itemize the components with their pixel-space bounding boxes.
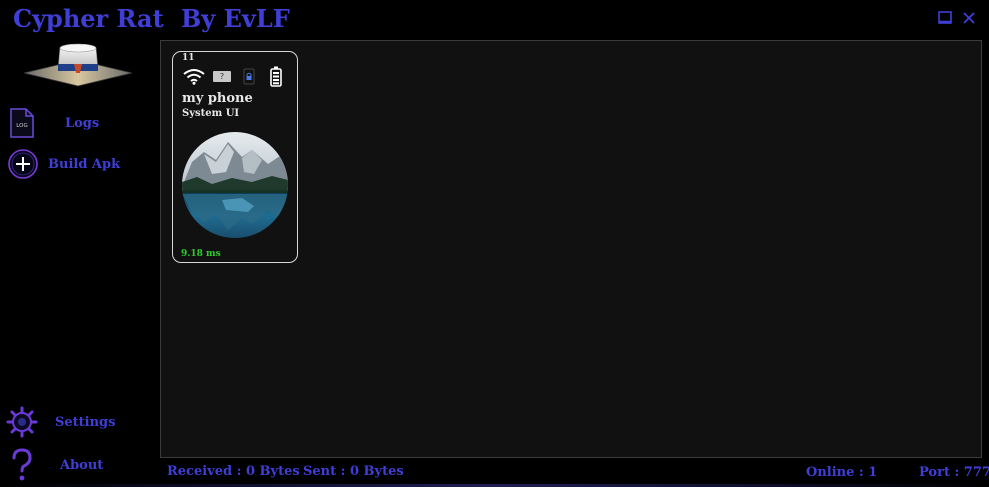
sidebar-item-build-apk[interactable]: Build Apk (7, 148, 120, 180)
active-window: System UI (182, 108, 240, 119)
question-mark-icon (12, 448, 32, 481)
app-author: By EvLF (181, 4, 290, 33)
hat-logo-icon (23, 43, 133, 87)
lock-icon (243, 68, 255, 85)
sidebar-item-settings-label: Settings (55, 414, 116, 430)
wifi-icon (183, 69, 205, 85)
close-button[interactable] (961, 10, 977, 26)
minimize-button[interactable] (937, 10, 953, 26)
battery-icon (270, 66, 282, 87)
sim-unknown-mark: ? (219, 71, 225, 81)
client-id: 11 (182, 53, 195, 63)
close-icon (963, 12, 975, 24)
log-file-icon: LOG (10, 108, 34, 138)
gear-icon (6, 406, 38, 438)
minimize-icon (938, 11, 952, 24)
sidebar-item-logs[interactable]: LOG Logs (8, 107, 99, 139)
device-name: my phone (182, 91, 253, 106)
clients-panel: 11 ? my phone System UI 9.18 ms (160, 40, 982, 458)
sidebar-item-logs-label: Logs (65, 115, 100, 131)
sent-bytes: Sent : 0 Bytes (303, 464, 404, 479)
app-title: Cypher Rat (13, 4, 164, 33)
received-bytes: Received : 0 Bytes (167, 464, 300, 479)
sidebar-item-about[interactable]: About (9, 448, 103, 482)
online-count: Online : 1 (806, 465, 878, 480)
log-icon-text: LOG (16, 123, 27, 129)
client-card[interactable]: 11 ? my phone System UI 9.18 ms (172, 51, 298, 263)
plus-circle-icon (8, 149, 38, 179)
lake-mountain-thumbnail (182, 132, 288, 238)
port-number: Port : 7771 (919, 465, 989, 480)
sidebar-item-settings[interactable]: Settings (6, 406, 115, 438)
sidebar-item-build-apk-label: Build Apk (48, 156, 121, 172)
sidebar-item-about-label: About (60, 457, 104, 473)
sim-card-unknown-icon: ? (213, 71, 231, 82)
app-logo (22, 40, 134, 94)
ping-value: 9.18 ms (181, 249, 221, 259)
